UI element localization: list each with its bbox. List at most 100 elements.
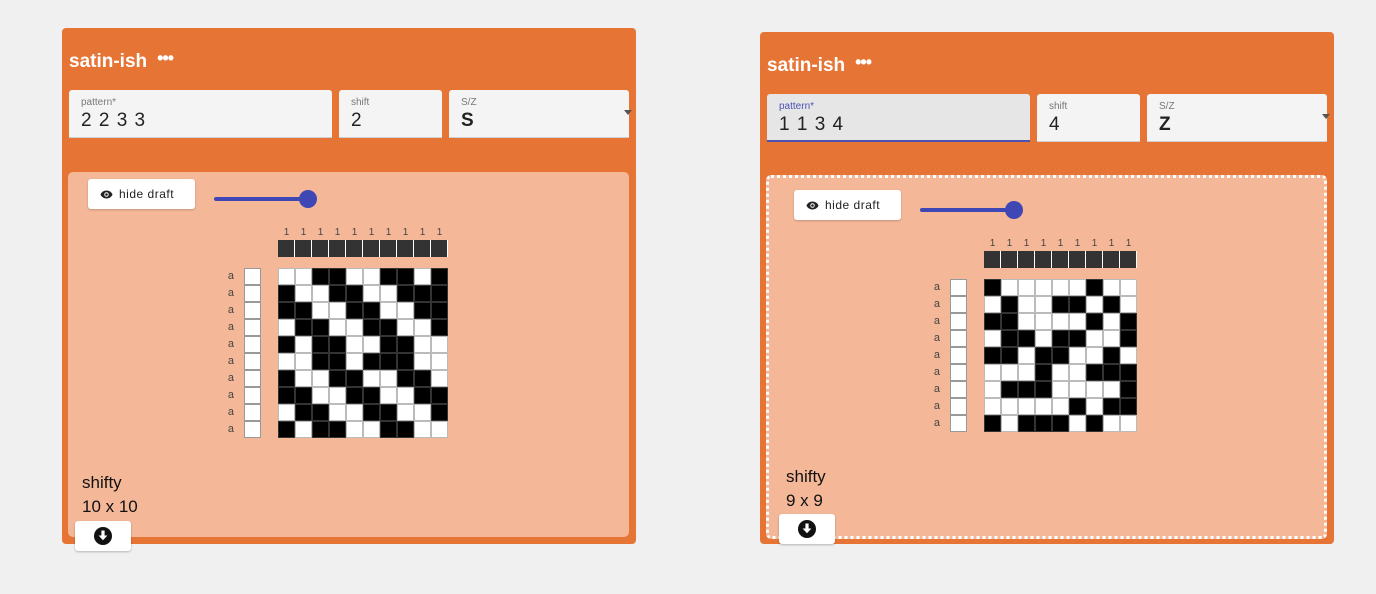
- dropdown-caret-icon[interactable]: [624, 110, 632, 115]
- draft-cell[interactable]: [346, 302, 363, 319]
- draft-cell[interactable]: [431, 302, 448, 319]
- draft-cell[interactable]: [414, 353, 431, 370]
- draft-cell[interactable]: [1120, 381, 1137, 398]
- draft-cell[interactable]: [380, 404, 397, 421]
- pattern-value[interactable]: 1 1 3 4: [779, 114, 844, 136]
- draft-cell[interactable]: [1069, 330, 1086, 347]
- draft-cell[interactable]: [295, 336, 312, 353]
- warp-system-cell[interactable]: [1120, 251, 1137, 268]
- draft-cell[interactable]: [1120, 398, 1137, 415]
- draft-cell[interactable]: [1035, 415, 1052, 432]
- slider-track[interactable]: [920, 208, 1014, 212]
- weft-system-cell[interactable]: [950, 313, 967, 330]
- slider-thumb[interactable]: [298, 190, 317, 208]
- draft-cell[interactable]: [380, 268, 397, 285]
- warp-system-cell[interactable]: [295, 240, 312, 257]
- draft-cell[interactable]: [1103, 347, 1120, 364]
- warp-system-cell[interactable]: [397, 240, 414, 257]
- warp-system-cell[interactable]: [380, 240, 397, 257]
- draft-cell[interactable]: [984, 398, 1001, 415]
- draft-cell[interactable]: [278, 421, 295, 438]
- weft-system-cell[interactable]: [244, 285, 261, 302]
- draft-cell[interactable]: [346, 353, 363, 370]
- draft-cell[interactable]: [1001, 313, 1018, 330]
- draft-cell[interactable]: [295, 387, 312, 404]
- draft-cell[interactable]: [431, 336, 448, 353]
- draft-cell[interactable]: [278, 404, 295, 421]
- draft-cell[interactable]: [295, 421, 312, 438]
- weft-system-cell[interactable]: [950, 347, 967, 364]
- weft-system-cell[interactable]: [244, 268, 261, 285]
- draft-cell[interactable]: [1069, 313, 1086, 330]
- draft-cell[interactable]: [1086, 398, 1103, 415]
- draft-cell[interactable]: [329, 336, 346, 353]
- draft-cell[interactable]: [363, 421, 380, 438]
- weft-system-cell[interactable]: [950, 415, 967, 432]
- draft-cell[interactable]: [1086, 330, 1103, 347]
- draft-cell[interactable]: [1120, 279, 1137, 296]
- warp-system-cell[interactable]: [1035, 251, 1052, 268]
- draft-cell[interactable]: [1103, 415, 1120, 432]
- draft-cell[interactable]: [1035, 279, 1052, 296]
- draft-cell[interactable]: [329, 353, 346, 370]
- draft-cell[interactable]: [295, 404, 312, 421]
- draft-cell[interactable]: [1052, 330, 1069, 347]
- draft-cell[interactable]: [312, 268, 329, 285]
- draft-cell[interactable]: [278, 370, 295, 387]
- draft-cell[interactable]: [295, 370, 312, 387]
- draft-cell[interactable]: [1035, 347, 1052, 364]
- draft-cell[interactable]: [1052, 313, 1069, 330]
- draft-cell[interactable]: [1001, 347, 1018, 364]
- warp-system-cell[interactable]: [346, 240, 363, 257]
- draft-cell[interactable]: [1035, 330, 1052, 347]
- draft-cell[interactable]: [295, 353, 312, 370]
- draft-cell[interactable]: [431, 319, 448, 336]
- draft-cell[interactable]: [363, 268, 380, 285]
- weft-system-cell[interactable]: [950, 279, 967, 296]
- draft-cell[interactable]: [363, 387, 380, 404]
- draft-cell[interactable]: [346, 285, 363, 302]
- draft-cell[interactable]: [1120, 364, 1137, 381]
- warp-system-cell[interactable]: [329, 240, 346, 257]
- draft-cell[interactable]: [1018, 279, 1035, 296]
- pattern-field[interactable]: pattern* 1 1 3 4: [767, 94, 1030, 142]
- draft-cell[interactable]: [346, 404, 363, 421]
- draft-cell[interactable]: [397, 404, 414, 421]
- slider-track[interactable]: [214, 197, 308, 201]
- draft-cell[interactable]: [312, 336, 329, 353]
- draft-cell[interactable]: [1086, 381, 1103, 398]
- more-options-button[interactable]: •••: [855, 53, 872, 71]
- draft-cell[interactable]: [1052, 398, 1069, 415]
- draft-cell[interactable]: [363, 404, 380, 421]
- draft-cell[interactable]: [984, 330, 1001, 347]
- shift-field[interactable]: shift 2: [339, 90, 442, 138]
- draft-cell[interactable]: [1018, 313, 1035, 330]
- weft-system-cell[interactable]: [950, 296, 967, 313]
- zoom-slider[interactable]: [214, 189, 324, 209]
- draft-cell[interactable]: [1052, 364, 1069, 381]
- draft-cell[interactable]: [1103, 279, 1120, 296]
- draft-cell[interactable]: [1086, 364, 1103, 381]
- draft-cell[interactable]: [984, 279, 1001, 296]
- draft-cell[interactable]: [278, 268, 295, 285]
- draft-cell[interactable]: [397, 319, 414, 336]
- draft-cell[interactable]: [431, 268, 448, 285]
- draft-cell[interactable]: [346, 387, 363, 404]
- draft-cell[interactable]: [1086, 347, 1103, 364]
- draft-cell[interactable]: [329, 319, 346, 336]
- pattern-field[interactable]: pattern* 2 2 3 3: [69, 90, 332, 138]
- draft-cell[interactable]: [1001, 364, 1018, 381]
- draft-cell[interactable]: [397, 285, 414, 302]
- draft-cell[interactable]: [380, 319, 397, 336]
- draft-cell[interactable]: [1103, 330, 1120, 347]
- weft-system-cell[interactable]: [244, 421, 261, 438]
- draft-cell[interactable]: [1103, 296, 1120, 313]
- draft-cell[interactable]: [984, 347, 1001, 364]
- draft-cell[interactable]: [346, 421, 363, 438]
- shift-value[interactable]: 4: [1049, 114, 1061, 136]
- draft-cell[interactable]: [1103, 381, 1120, 398]
- draft-cell[interactable]: [1035, 313, 1052, 330]
- weft-system-cell[interactable]: [244, 319, 261, 336]
- draft-cell[interactable]: [1035, 296, 1052, 313]
- draft-cell[interactable]: [312, 319, 329, 336]
